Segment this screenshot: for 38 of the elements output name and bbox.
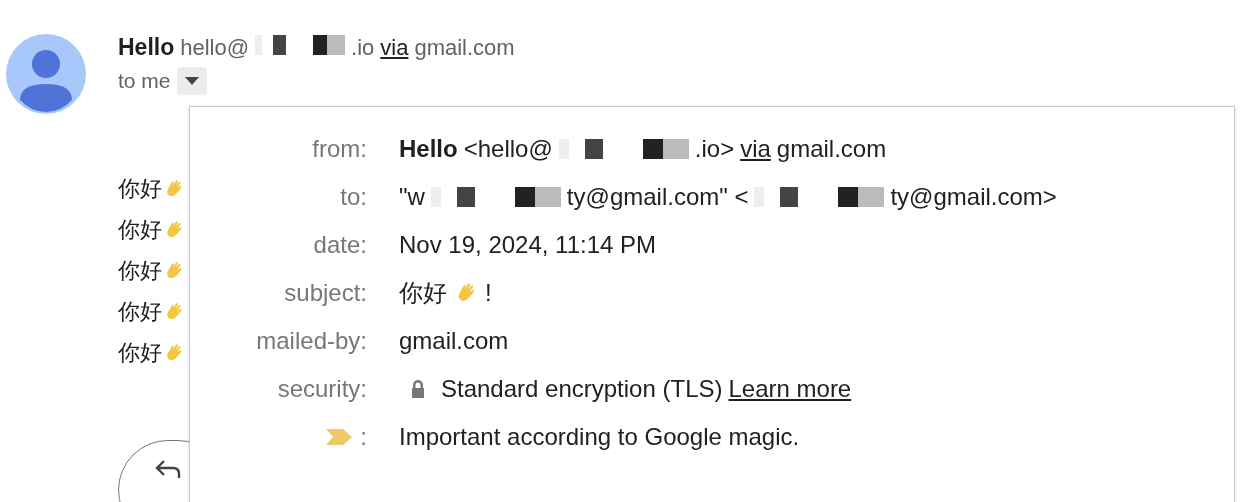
recipient-label: to me <box>118 69 171 93</box>
field-label: mailed-by: <box>256 326 367 355</box>
field-label: subject: <box>284 278 367 307</box>
via-link[interactable]: via <box>380 35 409 61</box>
detail-text: ty@gmail.com> <box>890 182 1057 211</box>
detail-text: gmail.com <box>399 326 509 355</box>
message-line: 你好 <box>118 175 162 203</box>
detail-text: hello@ <box>180 35 250 61</box>
sender-name: Hello <box>118 34 175 61</box>
link[interactable]: via <box>740 134 771 163</box>
reply-icon <box>155 459 181 479</box>
field-label: from: <box>312 134 367 163</box>
lock-icon <box>409 378 427 399</box>
detail-text: Nov 19, 2024, 11:14 PM <box>399 230 657 259</box>
field-label: date: <box>313 230 367 259</box>
field-label: to: <box>340 182 367 211</box>
field-label: security: <box>277 374 367 403</box>
importance-marker-icon <box>326 428 353 445</box>
caret-icon <box>184 77 199 85</box>
message-line: 你好 <box>118 216 162 244</box>
detail-text: Important according to Google magic. <box>399 422 800 451</box>
detail-text: ! <box>485 278 492 307</box>
sender-domain: gmail.com <box>414 35 515 61</box>
detail-text: <hello@ <box>463 134 553 163</box>
detail-text: .io <box>351 35 375 61</box>
sender-name: Hello <box>399 134 458 163</box>
link[interactable]: Learn more <box>728 374 852 403</box>
detail-text: gmail.com <box>776 134 887 163</box>
message-line: 你好 <box>118 257 162 285</box>
details-toggle[interactable] <box>176 67 207 95</box>
detail-text: ty@gmail.com" < <box>566 182 749 211</box>
detail-text: Standard encryption (TLS) <box>441 374 723 403</box>
field-label: : <box>360 422 367 451</box>
detail-text: "w <box>399 182 425 211</box>
detail-text: .io> <box>694 134 735 163</box>
message-line: 你好 <box>118 339 162 367</box>
message-line: 你好 <box>118 298 162 326</box>
detail-text: 你好 <box>399 277 447 308</box>
